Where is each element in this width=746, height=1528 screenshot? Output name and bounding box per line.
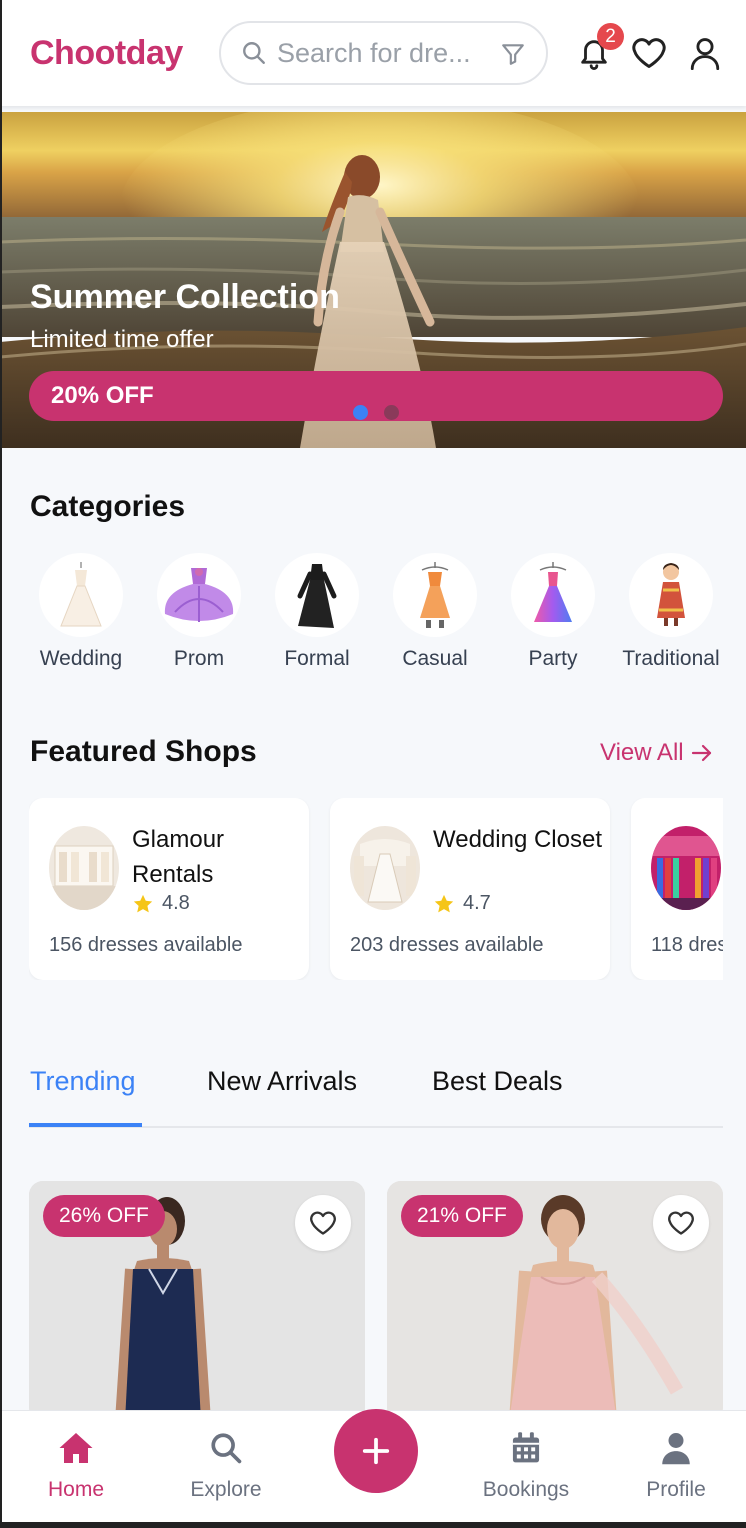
category-party[interactable]: Party xyxy=(498,553,608,671)
category-label: Formal xyxy=(284,647,350,670)
nav-home-label: Home xyxy=(47,1478,105,1501)
party-dress-icon xyxy=(534,562,572,622)
product-card[interactable]: 21% OFF xyxy=(387,1181,723,1421)
app-logo[interactable]: Chootday xyxy=(30,34,183,73)
arrow-right-icon xyxy=(691,744,711,762)
formal-dress-icon xyxy=(297,564,337,628)
nav-profile-label: Profile xyxy=(646,1478,706,1501)
nav-bookings-label: Bookings xyxy=(482,1478,570,1501)
nav-profile[interactable]: Profile xyxy=(616,1431,736,1502)
shop-rating-value: 4.7 xyxy=(463,892,491,914)
category-wedding[interactable]: Wedding xyxy=(26,553,136,671)
shop-avatar xyxy=(49,826,119,910)
shop-card[interactable]: Wedding Closet 4.7 203 dresses available xyxy=(330,798,610,980)
add-button[interactable] xyxy=(334,1409,418,1493)
category-formal[interactable]: Formal xyxy=(262,553,372,671)
category-label: Traditional xyxy=(622,647,720,670)
star-icon xyxy=(434,894,454,912)
nav-home[interactable]: Home xyxy=(16,1431,136,1502)
shop-rating-value: 4.8 xyxy=(162,892,190,914)
hero-offer-button[interactable]: 20% OFF xyxy=(29,371,723,421)
user-icon xyxy=(662,1433,690,1465)
category-label: Prom xyxy=(173,647,225,670)
discount-badge: 21% OFF xyxy=(401,1195,523,1237)
heart-icon[interactable] xyxy=(631,36,667,70)
tab-trending[interactable]: Trending xyxy=(30,1066,136,1097)
traditional-dress-icon xyxy=(657,563,685,626)
category-label: Casual xyxy=(402,647,468,670)
window-bottom-edge xyxy=(0,1522,746,1528)
shop-availability: 118 dresses available xyxy=(651,934,723,956)
active-tab-indicator xyxy=(29,1123,142,1127)
search-bar[interactable] xyxy=(219,21,548,85)
casual-dress-icon xyxy=(420,562,450,628)
shop-avatar xyxy=(651,826,721,910)
discount-badge: 26% OFF xyxy=(43,1195,165,1237)
categories-title: Categories xyxy=(30,490,186,523)
hero-subtitle: Limited time offer xyxy=(30,326,214,353)
shop-rating: 4.7 xyxy=(433,892,491,915)
heart-icon xyxy=(668,1211,694,1235)
view-all-label: View All xyxy=(600,739,684,766)
category-label: Party xyxy=(528,647,578,670)
shop-name: Wedding Closet xyxy=(433,826,602,853)
category-label: Wedding xyxy=(39,647,123,670)
nav-explore[interactable]: Explore xyxy=(166,1431,286,1502)
shop-card[interactable]: 118 dresses available xyxy=(631,798,723,980)
category-casual[interactable]: Casual xyxy=(380,553,490,671)
carousel-dot-1[interactable] xyxy=(353,405,368,420)
nav-explore-label: Explore xyxy=(190,1478,262,1501)
plus-icon xyxy=(362,1437,390,1465)
featured-shops-carousel[interactable]: Glamour Rentals 4.8 156 dresses availabl… xyxy=(29,798,723,980)
tab-new-arrivals[interactable]: New Arrivals xyxy=(207,1066,357,1097)
heart-icon xyxy=(310,1211,336,1235)
favorite-button[interactable] xyxy=(295,1195,351,1251)
carousel-dot-2[interactable] xyxy=(384,405,399,420)
nav-bookings[interactable]: Bookings xyxy=(466,1431,586,1502)
user-icon[interactable] xyxy=(688,36,722,70)
notification-badge: 2 xyxy=(597,23,624,50)
home-icon xyxy=(59,1433,93,1463)
shop-availability: 203 dresses available xyxy=(350,934,544,956)
search-icon xyxy=(211,1433,242,1464)
search-input[interactable] xyxy=(277,37,487,69)
bottom-navigation: Home Explore Bookings Profile xyxy=(0,1409,746,1528)
calendar-icon xyxy=(512,1432,540,1463)
view-all-link[interactable]: View All xyxy=(600,739,714,767)
tab-best-deals[interactable]: Best Deals xyxy=(432,1066,563,1097)
wedding-dress-icon xyxy=(60,562,102,627)
product-tabs: Trending New Arrivals Best Deals xyxy=(29,1062,723,1128)
prom-dress-icon xyxy=(164,568,234,622)
filter-icon[interactable] xyxy=(500,41,526,67)
shop-name: Glamour Rentals xyxy=(132,826,225,888)
product-card[interactable]: 26% OFF xyxy=(29,1181,365,1421)
hero-title: Summer Collection xyxy=(30,278,340,316)
search-icon xyxy=(243,42,265,64)
shop-card[interactable]: Glamour Rentals 4.8 156 dresses availabl… xyxy=(29,798,309,980)
category-prom[interactable]: Prom xyxy=(144,553,254,671)
featured-shops-title: Featured Shops xyxy=(30,735,257,768)
category-traditional[interactable]: Traditional xyxy=(616,553,726,671)
shop-rating: 4.8 xyxy=(132,892,190,915)
shop-avatar xyxy=(350,826,420,910)
favorite-button[interactable] xyxy=(653,1195,709,1251)
shop-availability: 156 dresses available xyxy=(49,934,243,956)
star-icon xyxy=(133,894,153,912)
window-edge xyxy=(0,0,2,1528)
